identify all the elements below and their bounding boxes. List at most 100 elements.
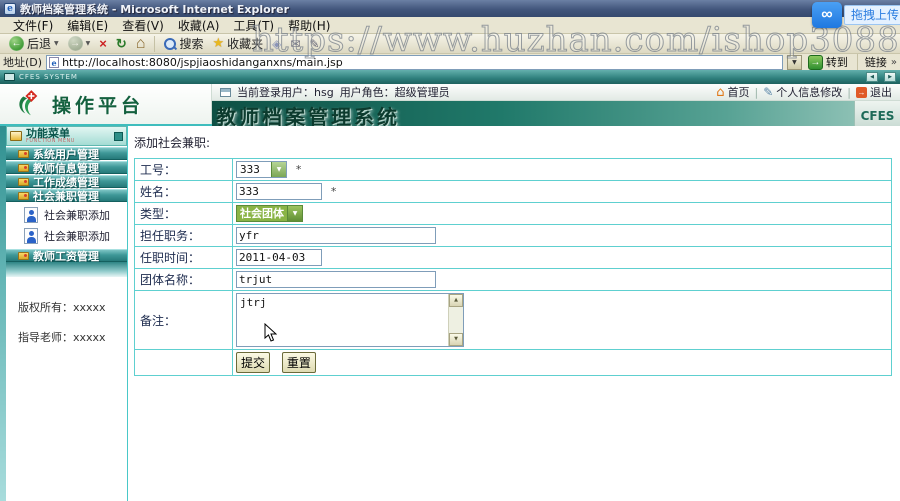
submenu-item-label: 社会兼职添加 [44,230,110,243]
nav-home-label: 首页 [727,86,750,99]
favorites-icon: ★ [212,36,225,51]
reset-button[interactable]: 重置 [281,352,316,373]
back-dropdown-icon[interactable]: ▼ [54,40,59,47]
links-label[interactable]: 链接 [865,54,887,70]
platform-title: 操作平台 [52,94,145,117]
drag-upload-label[interactable]: 拖拽上传 [843,5,900,25]
select-dropdown-icon[interactable]: ▼ [271,162,286,177]
netdisk-icon[interactable]: ∞ [811,2,842,28]
submenu-item-add-parttime-1[interactable]: 社会兼职添加 [24,207,127,223]
scroll-down-icon[interactable]: ▼ [449,333,463,346]
sidebar-item-system-users[interactable]: 系统用户管理 [6,147,127,161]
history-icon: ◈ [272,36,282,51]
menu-favorites[interactable]: 收藏(A) [171,17,227,34]
edit-icon: ✎ [309,36,320,51]
tenure-time-label: 任职时间： [134,246,233,269]
remarks-value[interactable]: jtrj [237,294,448,346]
search-label: 搜索 [179,37,204,51]
sidebar: 功能菜单 FUNCTION MENU 系统用户管理 教师信息管理 工作成绩管理 [6,126,128,501]
remarks-label: 备注： [134,290,233,350]
menu-edit[interactable]: 编辑(E) [60,17,115,34]
edit-button[interactable]: ✎ [306,37,322,51]
address-separator [856,54,858,70]
back-icon: ← [9,36,24,51]
menu-bar: 文件(F) 编辑(E) 查看(V) 收藏(A) 工具(T) 帮助(H) [0,17,900,34]
logout-icon: → [856,86,867,98]
folder-icon [18,149,29,158]
address-dropdown-icon[interactable]: ▼ [786,54,802,70]
address-url[interactable]: http://localhost:8080/jspjiaoshidanganxn… [62,56,343,69]
favorites-button[interactable]: ★ 收藏夹 [209,35,266,52]
tenure-time-input[interactable] [236,249,322,266]
employee-id-label: 工号： [134,158,233,181]
remarks-textarea[interactable]: jtrj ▲ ▼ [236,293,464,347]
address-input[interactable]: e http://localhost:8080/jspjiaoshidangan… [46,54,783,70]
sidebar-header: 功能菜单 FUNCTION MENU [6,126,127,146]
stop-button[interactable]: × [96,36,110,51]
menu-help[interactable]: 帮助(H) [281,17,337,34]
cfes-bar-label: CFES SYSTEM [19,73,78,81]
page-icon: e [49,56,60,68]
menu-tools[interactable]: 工具(T) [226,17,281,34]
forward-button[interactable]: → ▼ [65,36,94,51]
go-button[interactable]: → 转到 [806,54,850,70]
nav-logout-link[interactable]: → 退出 [856,84,892,100]
menu-header-icon [10,131,22,141]
scroll-right-icon[interactable]: ▶ [884,72,896,82]
sidebar-item-social-parttime[interactable]: 社会兼职管理 [6,189,127,203]
sidebar-item-teacher-info[interactable]: 教师信息管理 [6,161,127,175]
sidebar-item-teacher-salary[interactable]: 教师工资管理 [6,249,127,263]
position-label: 担任职务： [134,224,233,247]
sidebar-footer: 版权所有：xxxxx 指导老师：xxxxx [6,277,127,359]
nav-separator: | [847,85,851,99]
organization-input[interactable] [236,271,436,288]
mail-button[interactable]: ✉ [287,37,303,51]
type-select[interactable]: 社会团体 ▼ [236,205,303,222]
select-dropdown-icon[interactable]: ▼ [287,206,302,221]
links-more-icon[interactable]: » [891,57,897,68]
scroll-left-icon[interactable]: ◀ [866,72,878,82]
toolbar-separator [154,35,156,52]
organization-label: 团体名称： [134,268,233,291]
home-button[interactable]: ⌂ [133,36,149,52]
sidebar-fade [6,262,127,277]
menu-view[interactable]: 查看(V) [115,17,171,34]
nav-profile-link[interactable]: ✎ 个人信息修改 [763,84,842,100]
type-value: 社会团体 [237,206,287,221]
search-button[interactable]: 搜索 [161,35,206,52]
name-input[interactable] [236,183,322,200]
pan-upload-badge: ∞ 拖拽上传 [811,2,900,28]
toolbar: ← 后退 ▼ → ▼ × ↻ ⌂ 搜索 ★ 收藏夹 ◈ ✉ ✎ [0,34,900,54]
position-input[interactable] [236,227,436,244]
back-button[interactable]: ← 后退 ▼ [6,35,62,52]
scroll-up-icon[interactable]: ▲ [449,294,463,307]
history-button[interactable]: ◈ [269,37,284,51]
profile-edit-icon: ✎ [763,84,774,99]
home-nav-icon: ⌂ [716,84,725,100]
address-bar: 地址(D) e http://localhost:8080/jspjiaoshi… [0,54,900,71]
refresh-button[interactable]: ↻ [113,36,130,51]
employee-id-select[interactable]: 333 ▼ [236,161,287,178]
phoenix-logo-icon [19,90,38,116]
textarea-scrollbar[interactable]: ▲ ▼ [448,294,463,346]
go-label: 转到 [825,56,848,69]
submit-button[interactable]: 提交 [236,352,271,373]
top-nav: ⌂ 首页 | ✎ 个人信息修改 | → 退出 [716,84,892,100]
forward-dropdown-icon[interactable]: ▼ [86,40,91,47]
sidebar-item-work-achievement[interactable]: 工作成绩管理 [6,175,127,189]
submenu-item-add-parttime-2[interactable]: 社会兼职添加 [24,228,127,244]
add-parttime-form: 工号： 333 ▼ * 姓名： * [134,158,892,376]
back-label: 后退 [27,37,52,51]
person-icon [24,207,38,223]
search-icon [164,37,177,50]
browser-window: e 教师档案管理系统 - Microsoft Internet Explorer… [0,0,900,501]
nav-logout-label: 退出 [870,86,892,99]
menu-file[interactable]: 文件(F) [6,17,60,34]
forward-icon: → [67,36,83,51]
person-icon [24,228,38,244]
go-arrow-icon: → [807,54,823,70]
nav-home-link[interactable]: ⌂ 首页 [716,84,749,100]
empty-cell [134,349,233,376]
sidebar-collapse-icon[interactable] [114,131,123,141]
user-bar: 当前登录用户：hsg 用户角色：超级管理员 ⌂ 首页 | ✎ 个人信息修改 | [212,84,900,101]
